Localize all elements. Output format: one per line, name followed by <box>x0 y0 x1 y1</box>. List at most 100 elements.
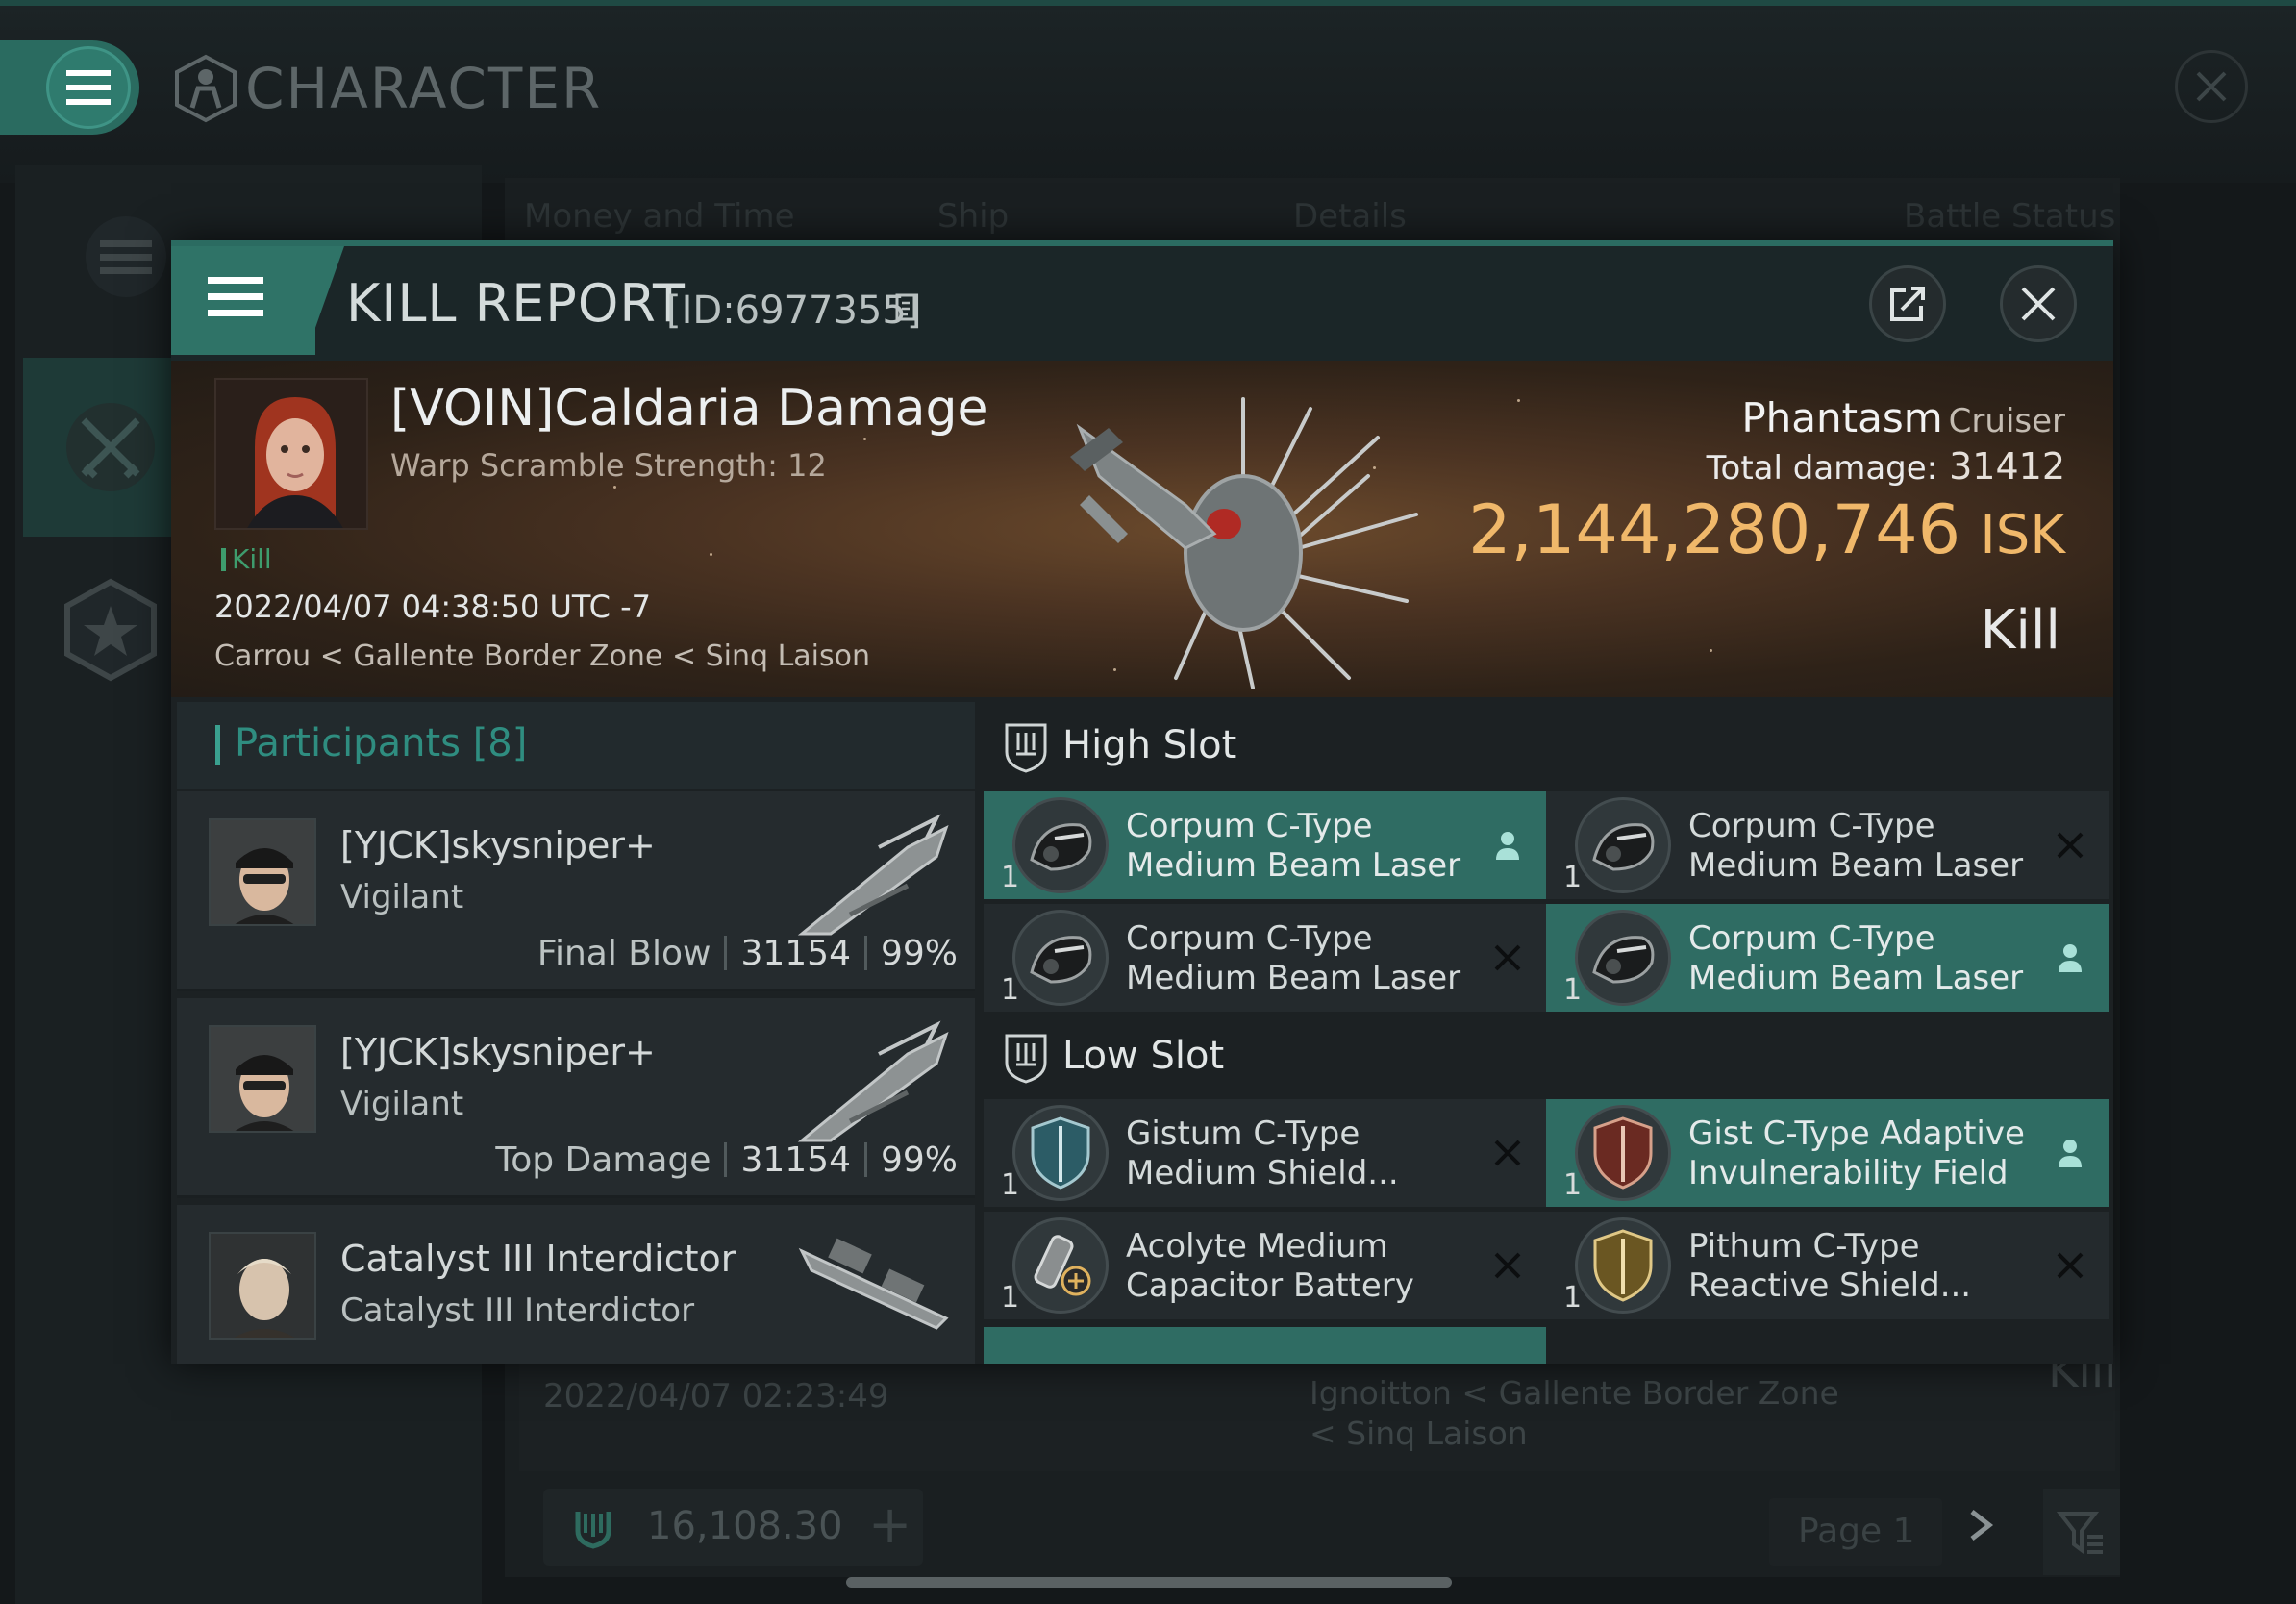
victim-portrait[interactable] <box>214 378 368 530</box>
high-slot-header: High Slot <box>984 702 2109 790</box>
participant-row[interactable]: [YJCK]skysniper+ Vigilant Final Blow 3115… <box>177 791 975 991</box>
module-item[interactable]: 1 Pithum C-Type Reactive Shield... <box>1546 1212 2109 1319</box>
report-id: [ID:6977355] <box>666 288 922 333</box>
ship-class: Cruiser <box>1948 402 2065 440</box>
filter-button[interactable] <box>2043 1489 2120 1575</box>
kill-datetime: 2022/04/07 04:38:50 UTC -7 <box>214 589 652 625</box>
ship-render <box>1070 397 1418 689</box>
top-bar: CHARACTER <box>0 0 2296 183</box>
participant-row[interactable]: Catalyst III Interdictor Catalyst III In… <box>177 1205 975 1364</box>
stat-divider <box>724 936 728 970</box>
participant-ship: Vigilant <box>340 878 464 916</box>
header-money-time: Money and Time <box>524 197 795 236</box>
participant-row[interactable]: [YJCK]skysniper+ Vigilant Top Damage 3115… <box>177 998 975 1198</box>
module-quantity: 1 <box>1001 861 1020 894</box>
participant-damage: 31154 <box>740 1140 851 1180</box>
share-button[interactable] <box>1869 265 1946 342</box>
shield-module-icon <box>1012 1105 1109 1201</box>
module-name: Corpum C-Type Medium Beam Laser <box>1126 919 1461 997</box>
total-damage-label: Total damage: <box>1706 449 1938 488</box>
low-slot-icon <box>1005 1034 1047 1084</box>
isk-value: 2,144,280,746 ISK <box>1468 490 2065 569</box>
destroyed-x-icon <box>1488 1246 1527 1285</box>
participant-damage: 31154 <box>740 934 851 973</box>
module-name: Pithum C-Type Reactive Shield... <box>1688 1227 1972 1305</box>
hamburger-icon <box>208 277 263 316</box>
wallet-balance: 16,108.30 <box>647 1504 843 1548</box>
crossed-swords-icon[interactable] <box>58 394 163 500</box>
module-quantity: 1 <box>1563 973 1583 1007</box>
isk-unit: ISK <box>1980 504 2065 566</box>
module-item-partial[interactable] <box>984 1327 1546 1364</box>
filter-icon <box>2057 1512 2103 1554</box>
module-quantity: 1 <box>1563 861 1583 894</box>
participant-ship: Vigilant <box>340 1085 464 1123</box>
kill-tag: Kill <box>221 543 272 575</box>
invulnerability-field-icon <box>1575 1105 1671 1201</box>
participants-accent-bar <box>215 725 220 765</box>
add-funds-button[interactable]: + <box>868 1494 911 1555</box>
module-item[interactable]: 1 Gist C-Type Adaptive Invulnerability F… <box>1546 1099 2109 1207</box>
destroyed-x-icon <box>1488 939 1527 977</box>
close-icon <box>2021 287 2056 321</box>
home-indicator[interactable] <box>846 1577 1452 1588</box>
module-name: Corpum C-Type Medium Beam Laser <box>1126 807 1461 885</box>
main-menu-button[interactable] <box>0 40 139 135</box>
participant-avatar <box>209 1232 316 1340</box>
participant-avatar <box>209 818 316 926</box>
participant-role: Final Blow <box>537 934 711 973</box>
module-name: Acolyte Medium Capacitor Battery <box>1126 1227 1414 1305</box>
module-item[interactable]: 1 Acolyte Medium Capacitor Battery <box>984 1212 1546 1319</box>
destroyed-x-icon <box>2051 826 2089 865</box>
modal-title: KILL REPORT <box>346 273 686 334</box>
header-ship: Ship <box>937 197 1010 236</box>
kill-tag-bar <box>221 548 226 571</box>
character-icon <box>173 54 238 127</box>
ship-name: Phantasm Cruiser <box>1741 394 2065 441</box>
next-page-button[interactable] <box>1966 1502 1995 1556</box>
module-item[interactable]: 1 Gistum C-Type Medium Shield... <box>984 1099 1546 1207</box>
kill-list-footer: 16,108.30 + Page 1 <box>543 1489 2120 1580</box>
star-badge-icon[interactable] <box>58 577 163 683</box>
modal-menu-slant <box>306 246 344 355</box>
reactive-shield-icon <box>1575 1217 1671 1314</box>
participants-count: [8] <box>472 721 528 765</box>
list-menu-icon[interactable] <box>73 204 179 310</box>
isk-amount: 2,144,280,746 <box>1468 490 1961 569</box>
module-quantity: 1 <box>1563 1281 1583 1315</box>
copy-icon[interactable] <box>894 292 919 323</box>
isk-icon <box>575 1512 611 1549</box>
module-item[interactable]: 1 Corpum C-Type Medium Beam Laser <box>1546 791 2109 899</box>
participant-role: Top Damage <box>495 1140 711 1180</box>
participants-header: Participants [8] <box>177 702 975 789</box>
victim-subtitle: Warp Scramble Strength: 12 <box>390 447 827 484</box>
kill-report-modal: KILL REPORT [ID:6977355] [VOIN]Caldaria … <box>171 240 2113 1364</box>
module-item[interactable]: 1 Corpum C-Type Medium Beam Laser <box>984 904 1546 1012</box>
capacitor-battery-icon <box>1012 1217 1109 1314</box>
stat-divider <box>863 936 867 970</box>
participant-avatar <box>209 1025 316 1133</box>
participant-percent: 99% <box>880 1140 958 1180</box>
beam-laser-icon <box>1012 910 1109 1006</box>
page-indicator: Page 1 <box>1798 1512 1915 1551</box>
header-battle-status: Battle Status <box>1904 197 2116 236</box>
module-name: Gist C-Type Adaptive Invulnerability Fie… <box>1688 1115 2025 1192</box>
app-close-button[interactable] <box>2175 50 2248 123</box>
victim-avatar <box>216 380 366 528</box>
module-quantity: 1 <box>1563 1168 1583 1202</box>
module-item[interactable]: 1 Corpum C-Type Medium Beam Laser <box>1546 904 2109 1012</box>
low-slot-header: Low Slot <box>984 1013 2109 1101</box>
participant-name: [YJCK]skysniper+ <box>340 1031 656 1073</box>
module-item[interactable]: 1 Corpum C-Type Medium Beam Laser <box>984 791 1546 899</box>
modal-menu-button[interactable] <box>171 246 315 355</box>
dropped-person-icon <box>2051 1134 2089 1172</box>
catalyst-ship-icon <box>798 1238 949 1330</box>
modal-header: KILL REPORT [ID:6977355] <box>171 240 2113 361</box>
ship-type: Phantasm <box>1741 394 1943 441</box>
modal-close-button[interactable] <box>2000 265 2077 342</box>
beam-laser-icon <box>1012 797 1109 893</box>
chevron-right-icon <box>1970 1510 1994 1541</box>
stat-divider <box>863 1142 867 1177</box>
wallet-box: 16,108.30 + <box>543 1489 923 1566</box>
top-accent-line <box>0 0 2296 6</box>
